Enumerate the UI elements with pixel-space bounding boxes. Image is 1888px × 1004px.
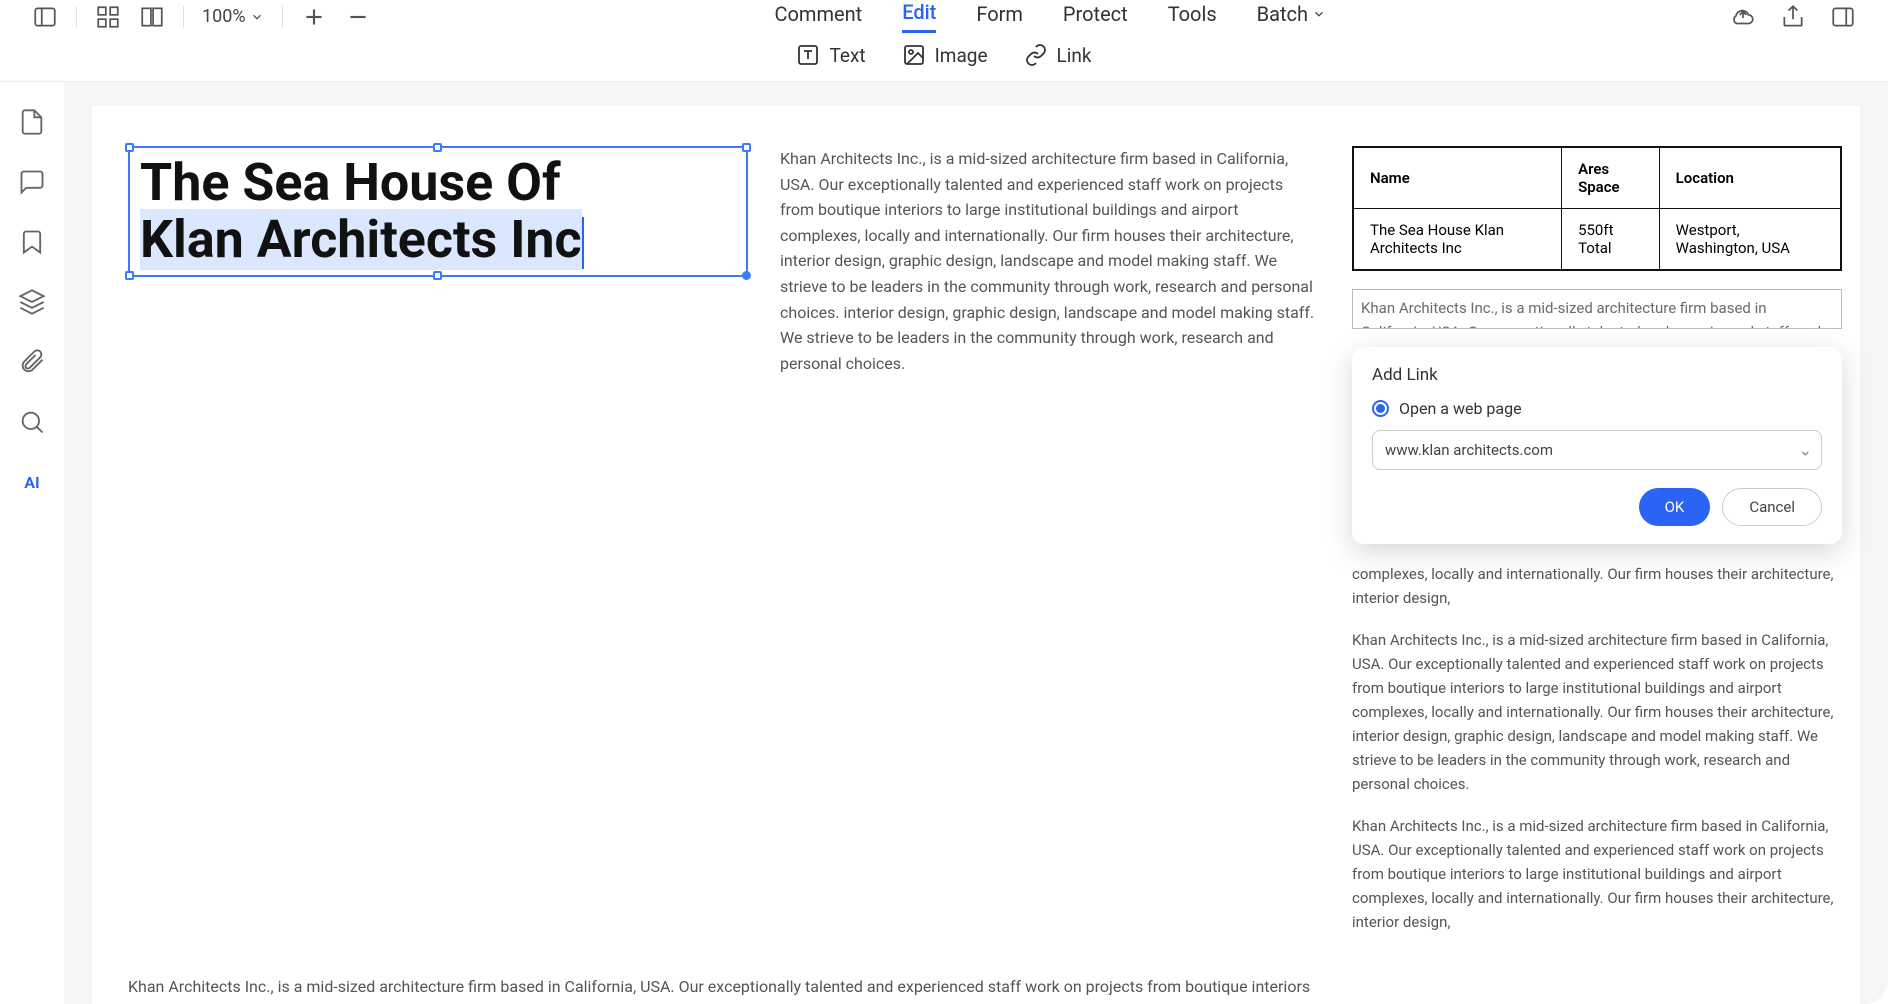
tab-edit[interactable]: Edit: [902, 0, 936, 33]
ai-icon[interactable]: AI: [18, 468, 46, 496]
title-line-1: The Sea House Of: [140, 152, 561, 213]
text-cursor: [582, 217, 584, 269]
title-text-box[interactable]: The Sea House Of Klan Architects Inc: [128, 146, 748, 277]
page-icon[interactable]: [18, 108, 46, 136]
resize-handle[interactable]: [433, 143, 442, 152]
info-table[interactable]: Name Ares Space Location The Sea House K…: [1352, 146, 1842, 271]
search-icon[interactable]: [18, 408, 46, 436]
popover-title: Add Link: [1372, 365, 1822, 385]
top-toolbar: 100% Comment Edit Form Protect Tools Bat…: [0, 0, 1888, 33]
ok-button[interactable]: OK: [1639, 488, 1711, 526]
resize-handle[interactable]: [433, 271, 442, 280]
zoom-in-icon[interactable]: [301, 4, 327, 30]
attachment-icon[interactable]: [18, 348, 46, 376]
divider: [183, 6, 184, 28]
panel-right-icon[interactable]: [1830, 4, 1856, 30]
table-header: Ares Space: [1562, 147, 1660, 209]
two-page-icon[interactable]: [139, 4, 165, 30]
resize-handle[interactable]: [125, 143, 134, 152]
resize-handle[interactable]: [742, 271, 751, 280]
paragraph[interactable]: complexes, locally and internationally. …: [1352, 562, 1842, 610]
link-selection-text[interactable]: Khan Architects Inc., is a mid-sized arc…: [1352, 289, 1842, 329]
tab-protect[interactable]: Protect: [1063, 0, 1128, 33]
divider: [76, 6, 77, 28]
panel-toggle-icon[interactable]: [32, 4, 58, 30]
tool-link[interactable]: Link: [1024, 43, 1092, 67]
resize-handle[interactable]: [125, 271, 134, 280]
sub-toolbar: Text Image Link: [0, 33, 1888, 81]
tab-comment[interactable]: Comment: [775, 0, 863, 33]
chevron-down-icon[interactable]: ⌄: [1799, 441, 1812, 460]
table-cell: The Sea House Klan Architects Inc: [1353, 209, 1562, 271]
left-sidebar: AI: [0, 82, 64, 1004]
resize-handle[interactable]: [742, 143, 751, 152]
zoom-level[interactable]: 100%: [202, 6, 264, 27]
tool-text[interactable]: Text: [796, 43, 865, 67]
tab-form[interactable]: Form: [976, 0, 1023, 33]
table-header: Name: [1353, 147, 1562, 209]
table-header: Location: [1659, 147, 1841, 209]
title-line-2: Klan Architects Inc: [140, 209, 582, 270]
tab-tools[interactable]: Tools: [1168, 0, 1217, 33]
radio-icon[interactable]: [1372, 400, 1389, 417]
zoom-out-icon[interactable]: [345, 4, 371, 30]
share-icon[interactable]: [1780, 4, 1806, 30]
tool-image[interactable]: Image: [902, 43, 988, 67]
paragraph[interactable]: Khan Architects Inc., is a mid-sized arc…: [1352, 628, 1842, 796]
radio-open-web-page[interactable]: Open a web page: [1372, 399, 1822, 418]
add-link-popover: Add Link Open a web page ⌄ OK Cancel: [1352, 347, 1842, 544]
document-canvas[interactable]: The Sea House Of Klan Architects Inc Kha…: [64, 82, 1888, 1004]
url-input[interactable]: [1372, 430, 1822, 470]
paragraph[interactable]: Khan Architects Inc., is a mid-sized arc…: [128, 977, 1314, 1004]
tab-batch[interactable]: Batch: [1257, 0, 1326, 33]
layers-icon[interactable]: [18, 288, 46, 316]
paragraph[interactable]: Khan Architects Inc., is a mid-sized arc…: [1352, 814, 1842, 934]
comment-icon[interactable]: [18, 168, 46, 196]
paragraph[interactable]: Khan Architects Inc., is a mid-sized arc…: [780, 146, 1320, 934]
grid-icon[interactable]: [95, 4, 121, 30]
bookmark-icon[interactable]: [18, 228, 46, 256]
cloud-upload-icon[interactable]: [1730, 4, 1756, 30]
table-cell: Westport, Washington, USA: [1659, 209, 1841, 271]
cancel-button[interactable]: Cancel: [1722, 488, 1822, 526]
table-cell: 550ft Total: [1562, 209, 1660, 271]
divider: [282, 6, 283, 28]
